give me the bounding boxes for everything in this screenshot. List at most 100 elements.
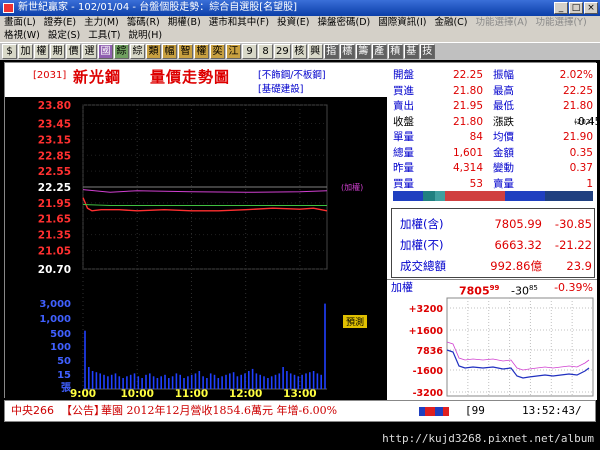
menu-item-3[interactable]: 籌碼(R) xyxy=(127,16,160,29)
quote-row: 收盤 21.80 漲跌 -0.45 (202) xyxy=(393,115,600,129)
price-tick-label: 22.85 xyxy=(38,150,71,162)
bar-segment xyxy=(445,191,505,201)
menu-item-11[interactable]: 功能選擇(Y) xyxy=(535,16,586,29)
quote-label-2: 漲跌 xyxy=(493,115,514,128)
menu-item-8[interactable]: 國際資訊(I) xyxy=(378,16,426,29)
mini-axis-label: -1600 xyxy=(413,366,444,377)
toolbar-button-11[interactable]: 智 xyxy=(178,44,193,59)
time-tick-label: 12:00 xyxy=(229,388,262,399)
index-row: 成交總額 992.86億 23.9 xyxy=(400,257,592,275)
ticker-color-bar xyxy=(419,407,449,416)
mini-header: 加權 780599 -3085 -0.39% xyxy=(387,280,597,298)
ticker-text[interactable]: 華園 2012年12月營收1854.6萬元 年增-6.00% xyxy=(101,401,337,421)
maximize-button[interactable]: □ xyxy=(569,2,583,14)
toolbar-button-16[interactable]: 8 xyxy=(258,44,273,59)
toolbar-button-19[interactable]: 興 xyxy=(307,44,323,59)
sector-link[interactable]: [基礎建設] xyxy=(258,81,303,95)
index-box: 加權(含) 7805.99 -30.85 加權(不) 6663.32 -21.22 成交總額… xyxy=(391,208,595,278)
quote-value: 21.80 xyxy=(452,115,483,128)
menu-item-9[interactable]: 金融(C) xyxy=(434,16,467,29)
toolbar-button-24[interactable]: 積 xyxy=(387,44,403,59)
quote-value-2: 0.37 xyxy=(569,162,593,174)
buy-sell-bar xyxy=(393,191,593,201)
toolbar-button-8[interactable]: 綜 xyxy=(130,44,145,59)
volume-tick-label: 1,000 xyxy=(39,314,71,325)
close-button[interactable]: × xyxy=(584,2,598,14)
toolbar-button-4[interactable]: 價 xyxy=(66,44,81,59)
menu-item-4[interactable]: 期權(B) xyxy=(168,16,201,29)
quote-value: 21.95 xyxy=(452,100,483,112)
index-label: 成交總額 xyxy=(400,259,446,273)
menu-row-1: 畫面(L) 證券(E) 主力(M) 籌碼(R) 期權(B) 選市和其中(F) 投資(E) 操盤… xyxy=(0,16,600,29)
toolbar-button-18[interactable]: 核 xyxy=(291,44,307,59)
minimize-button[interactable]: _ xyxy=(554,2,568,14)
mini-axis-label: 7836 xyxy=(417,346,444,357)
menu-item-2[interactable]: 主力(M) xyxy=(84,16,119,29)
mini-axis-label: -3200 xyxy=(413,388,444,399)
toolbar-button-0[interactable]: $ xyxy=(2,44,17,59)
quote-value: 21.80 xyxy=(452,84,483,97)
toolbar-button-21[interactable]: 標 xyxy=(339,44,355,59)
menu2-item-3[interactable]: 說明(H) xyxy=(128,29,162,42)
menu-item-5[interactable]: 選市和其中(F) xyxy=(209,16,269,29)
bar-segment xyxy=(435,191,445,201)
toolbar-button-17[interactable]: 29 xyxy=(274,44,291,59)
price-tick-label: 21.05 xyxy=(38,245,71,257)
bar-segment xyxy=(505,191,545,201)
index-value: 6663.32 xyxy=(494,238,542,252)
quote-label-2: 最低 xyxy=(493,100,514,112)
menu-item-7[interactable]: 操盤密碼(D) xyxy=(318,16,371,29)
quote-label: 賣出 xyxy=(393,100,414,112)
menu2-item-2[interactable]: 工具(T) xyxy=(88,29,120,42)
chart-area: [2031] 新光鋼 量價走勢圖 [不飾鋼/不板鋼] [基礎建設] 23.80 2… xyxy=(5,63,387,399)
toolbar-button-10[interactable]: 幅 xyxy=(162,44,177,59)
index-change: 23.9 xyxy=(566,259,592,273)
menu-bar: 畫面(L) 證券(E) 主力(M) 籌碼(R) 期權(B) 選市和其中(F) 投資(E) 操盤… xyxy=(0,16,600,42)
index-mini-chart[interactable]: 加權 780599 -3085 -0.39% +3200 +1600 7836 -16… xyxy=(387,279,597,400)
toolbar-button-9[interactable]: 類 xyxy=(146,44,161,59)
toolbar-button-22[interactable]: 籌 xyxy=(355,44,371,59)
quote-value: 53 xyxy=(469,177,483,190)
time-tick-label: 13:00 xyxy=(283,388,316,399)
menu-item-10[interactable]: 功能選擇(A) xyxy=(476,16,528,29)
quote-label: 單量 xyxy=(393,131,414,143)
toolbar-button-26[interactable]: 技 xyxy=(419,44,435,59)
menu2-item-1[interactable]: 設定(S) xyxy=(48,29,80,42)
toolbar-button-1[interactable]: 加 xyxy=(18,44,33,59)
price-tick-label: 21.95 xyxy=(38,198,71,210)
toolbar-button-5[interactable]: 選 xyxy=(82,44,97,59)
toolbar-button-13[interactable]: 奕 xyxy=(210,44,225,59)
toolbar-button-12[interactable]: 權 xyxy=(194,44,209,59)
quote-value-2: 21.90 xyxy=(562,131,593,143)
menu-item-6[interactable]: 投資(E) xyxy=(277,16,309,29)
price-volume-plot[interactable]: 23.80 23.45 23.15 22.85 22.55 22.25 21.95 21.65… xyxy=(5,97,387,399)
toolbar-button-20[interactable]: 指 xyxy=(323,44,339,59)
app-icon xyxy=(3,3,14,13)
industry-link[interactable]: [不飾鋼/不板鋼] xyxy=(258,67,326,81)
toolbar-button-15[interactable]: 9 xyxy=(242,44,257,59)
price-tick-label: 21.65 xyxy=(38,214,71,226)
menu2-item-0[interactable]: 格視(W) xyxy=(4,29,40,42)
toolbar-button-2[interactable]: 權 xyxy=(34,44,49,59)
toolbar-button-3[interactable]: 期 xyxy=(50,44,65,59)
weighted-label: (加權) xyxy=(341,182,363,192)
price-tick-label: 20.70 xyxy=(38,264,71,276)
mini-pct: -0.39% xyxy=(554,281,593,294)
quote-label: 開盤 xyxy=(393,69,414,81)
toolbar-button-14[interactable]: 江 xyxy=(226,44,241,59)
news-ticker[interactable]: 中央266 【公告】 華園 2012年12月營收1854.6萬元 年增-6.00… xyxy=(4,400,596,422)
index-change: -21.22 xyxy=(554,238,592,252)
price-tick-label: 22.55 xyxy=(38,166,71,178)
stock-code: [2031] xyxy=(33,70,67,81)
toolbar-button-23[interactable]: 產 xyxy=(371,44,387,59)
quote-row: 買量 53 賣量 1 xyxy=(393,177,595,191)
menu-item-1[interactable]: 證券(E) xyxy=(44,16,76,29)
menu-item-0[interactable]: 畫面(L) xyxy=(4,16,36,29)
volume-tick-label: 50 xyxy=(57,356,71,367)
quote-value: 22.25 xyxy=(452,69,483,81)
toolbar-button-6[interactable]: 國 xyxy=(98,44,113,59)
app-window: 新世紀贏家 - 102/01/04 - 台盤個股走勢：綜合自選股[名望股] _ … xyxy=(0,0,600,450)
toolbar-button-7[interactable]: 綜 xyxy=(114,44,129,59)
toolbar-button-25[interactable]: 基 xyxy=(403,44,419,59)
window-controls: _ □ × xyxy=(554,2,598,14)
